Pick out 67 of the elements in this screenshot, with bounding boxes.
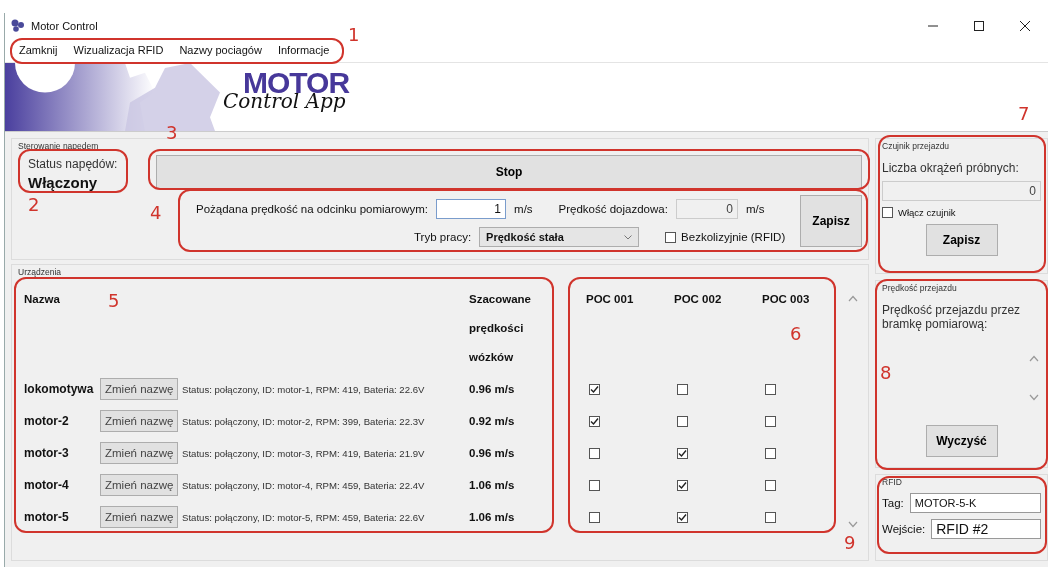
- column-header: POC 002: [674, 293, 722, 305]
- annotation-number: 9: [844, 534, 856, 552]
- annotation-number: 4: [150, 204, 162, 222]
- group-title: Urządzenia: [18, 267, 61, 277]
- device-status: Status: połączony, ID: motor-3, RPM: 419, Bateria: 21.9V: [182, 447, 425, 459]
- device-name: motor-5: [24, 510, 69, 524]
- device-name: motor-4: [24, 478, 69, 492]
- speed-value: 1.06 m/s: [469, 511, 515, 523]
- device-name: lokomotywa: [24, 382, 94, 396]
- column-header: POC 001: [586, 293, 634, 305]
- save-button[interactable]: Zapisz: [800, 195, 862, 247]
- status-label: Status napędów:: [28, 157, 119, 171]
- group-title: Czujnik przejazdu: [882, 141, 950, 151]
- mode-dropdown[interactable]: Prędkość stała: [479, 227, 640, 247]
- menu-item[interactable]: Nazwy pociagów: [171, 44, 270, 56]
- field-label: Prędkość przejazdu przez bramkę pomiarową:: [882, 303, 1022, 331]
- device-status: Status: połączony, ID: motor-2, RPM: 399, Bateria: 22.3V: [182, 415, 425, 427]
- speed-value: 0.96 m/s: [469, 383, 515, 395]
- column-header: Nazwa: [24, 292, 61, 307]
- field-label: Tag:: [882, 497, 904, 509]
- rename-button[interactable]: Zmień nazwę: [100, 474, 179, 496]
- group-title: Prędkość przejazdu: [882, 283, 957, 293]
- window-title: Motor Control: [31, 19, 99, 32]
- rename-button[interactable]: Zmień nazwę: [100, 410, 179, 432]
- checkbox-label: Włącz czujnik: [898, 207, 956, 218]
- group-title: RFID: [882, 477, 902, 487]
- menu-item[interactable]: Informacje: [269, 44, 338, 56]
- column-header: POC 003: [762, 293, 810, 305]
- speed-value: 0.96 m/s: [469, 447, 515, 459]
- annotation-number: 3: [166, 124, 178, 142]
- checkbox-label: Bezkolizyjnie (RFID): [681, 231, 786, 243]
- input-field[interactable]: MOTOR-5-K: [909, 493, 1041, 513]
- rename-button[interactable]: Zmień nazwę: [100, 442, 179, 464]
- annotation-number: 8: [880, 364, 892, 382]
- clear-button[interactable]: Wyczyść: [925, 425, 998, 457]
- field-label: Prędkość dojazdowa:: [558, 203, 668, 215]
- rename-button[interactable]: Zmień nazwę: [100, 506, 179, 528]
- group-title: Sterowanie napędem: [18, 141, 99, 151]
- annotation-number: 1: [348, 26, 360, 44]
- field-label: Pożądana prędkość na odcinku pomiarowym:: [196, 203, 429, 215]
- column-header: wózków: [469, 350, 515, 365]
- device-name: motor-3: [24, 446, 69, 460]
- annotation-number: 6: [790, 325, 802, 343]
- device-status: Status: połączony, ID: motor-5, RPM: 459, Bateria: 22.6V: [182, 511, 425, 523]
- input-field[interactable]: 1: [436, 199, 507, 219]
- column-header: Szacowane: [469, 292, 532, 307]
- field-label: Liczba okrążeń próbnych:: [882, 161, 1020, 175]
- menu-item[interactable]: Wizualizacja RFID: [65, 44, 172, 56]
- device-status: Status: połączony, ID: motor-4, RPM: 459, Bateria: 22.4V: [182, 479, 425, 491]
- device-status: Status: połączony, ID: motor-1, RPM: 419, Bateria: 22.6V: [182, 383, 425, 395]
- field-label: Wejście:: [882, 523, 926, 535]
- device-name: motor-2: [24, 414, 69, 428]
- unit-label: m/s: [514, 203, 533, 215]
- rename-button[interactable]: Zmień nazwę: [100, 378, 179, 400]
- input-field[interactable]: RFID #2: [931, 519, 1041, 539]
- status-value: Włączony: [28, 174, 99, 191]
- speed-value: 0.92 m/s: [469, 415, 515, 427]
- field-label: Tryb pracy:: [414, 231, 472, 243]
- annotation-number: 2: [28, 196, 40, 214]
- save-button[interactable]: Zapisz: [925, 224, 998, 256]
- unit-label: m/s: [745, 203, 765, 215]
- column-header: prędkości: [469, 321, 525, 336]
- speed-value: 1.06 m/s: [469, 479, 515, 491]
- menu-item[interactable]: Zamknij: [11, 44, 66, 56]
- annotation-number: 7: [1018, 105, 1030, 123]
- stop-button[interactable]: Stop: [156, 155, 862, 189]
- annotation-number: 5: [108, 292, 120, 310]
